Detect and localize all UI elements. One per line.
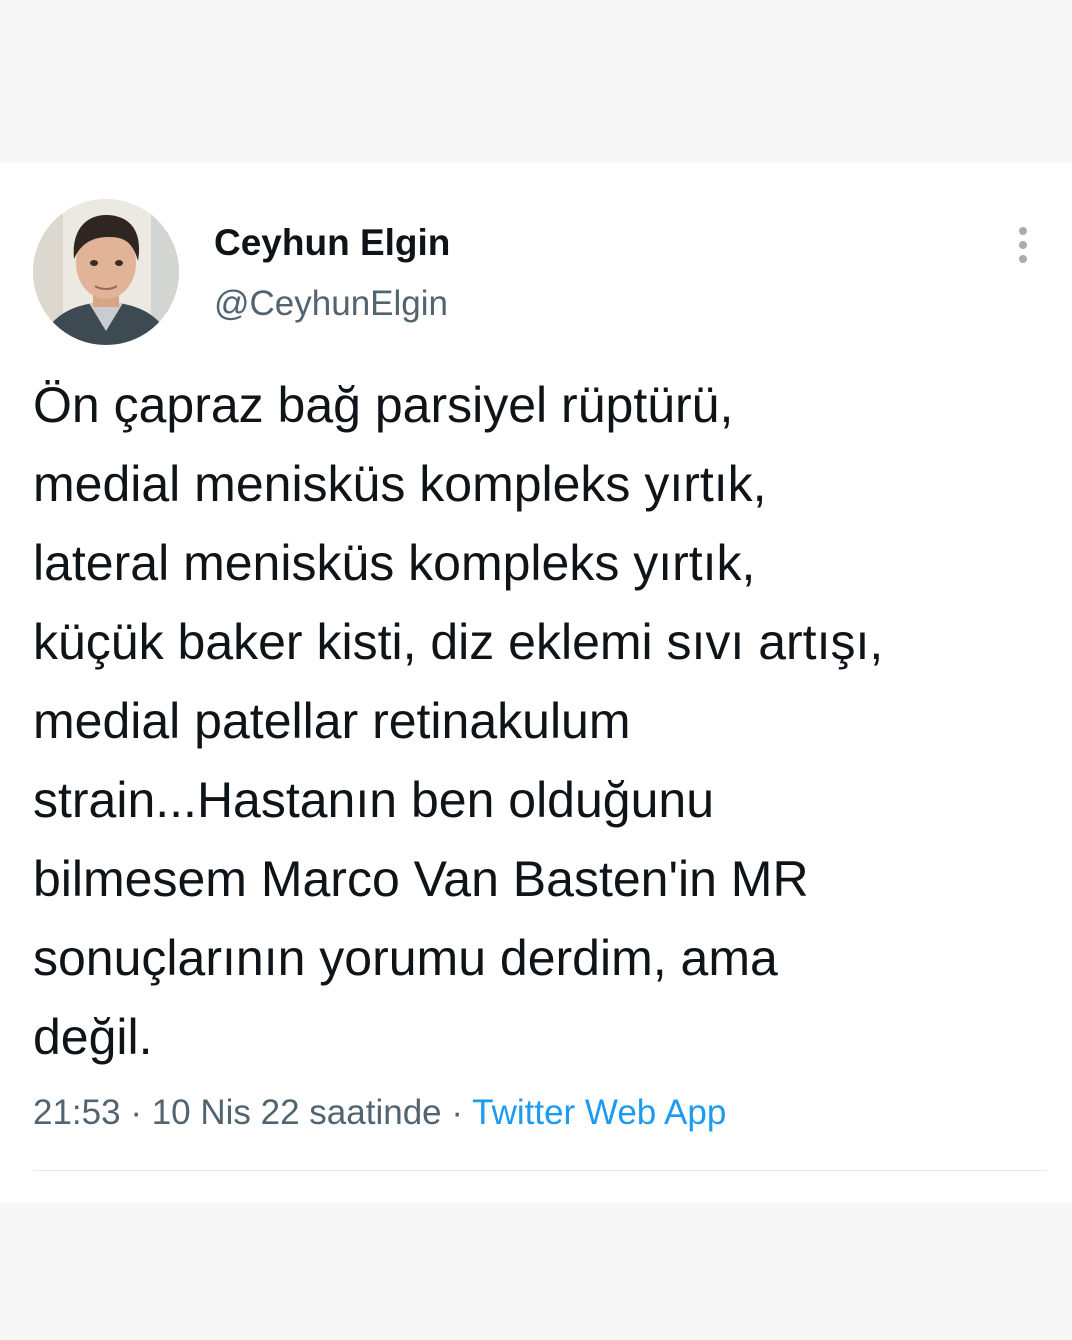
divider (33, 1170, 1047, 1171)
tweet-date[interactable]: 10 Nis 22 saatinde (152, 1093, 442, 1132)
tweet-text-line: bilmesem Marco Van Basten'in MR (33, 851, 809, 907)
meta-separator: · (130, 1093, 142, 1132)
more-vertical-icon[interactable] (1008, 223, 1038, 267)
tweet-text-line: Ön çapraz bağ parsiyel rüptürü, (33, 377, 734, 433)
tweet-card: Ceyhun Elgin @CeyhunElgin Ön çapraz bağ … (0, 163, 1072, 1203)
tweet-text-line: küçük baker kisti, diz eklemi sıvı artış… (33, 614, 884, 670)
meta-separator: · (451, 1093, 464, 1132)
tweet-text-line: lateral menisküs kompleks yırtık, (33, 535, 756, 591)
tweet-meta: 21:53 · 10 Nis 22 saatinde · Twitter Web… (33, 1088, 726, 1138)
tweet-text-line: sonuçlarının yorumu derdim, ama (33, 930, 778, 986)
avatar-photo (33, 199, 179, 345)
author-display-name[interactable]: Ceyhun Elgin (214, 218, 450, 268)
tweet-text: Ön çapraz bağ parsiyel rüptürü, medial m… (33, 366, 1053, 1077)
author-handle[interactable]: @CeyhunElgin (214, 280, 448, 328)
tweet-text-line: medial patellar retinakulum (33, 693, 631, 749)
tweet-time[interactable]: 21:53 (33, 1093, 121, 1132)
tweet-source-link[interactable]: Twitter Web App (472, 1093, 726, 1132)
tweet-text-line: değil. (33, 1009, 153, 1065)
tweet-text-line: medial menisküs kompleks yırtık, (33, 456, 767, 512)
tweet-text-line: strain...Hastanın ben olduğunu (33, 772, 715, 828)
avatar[interactable] (33, 199, 179, 345)
